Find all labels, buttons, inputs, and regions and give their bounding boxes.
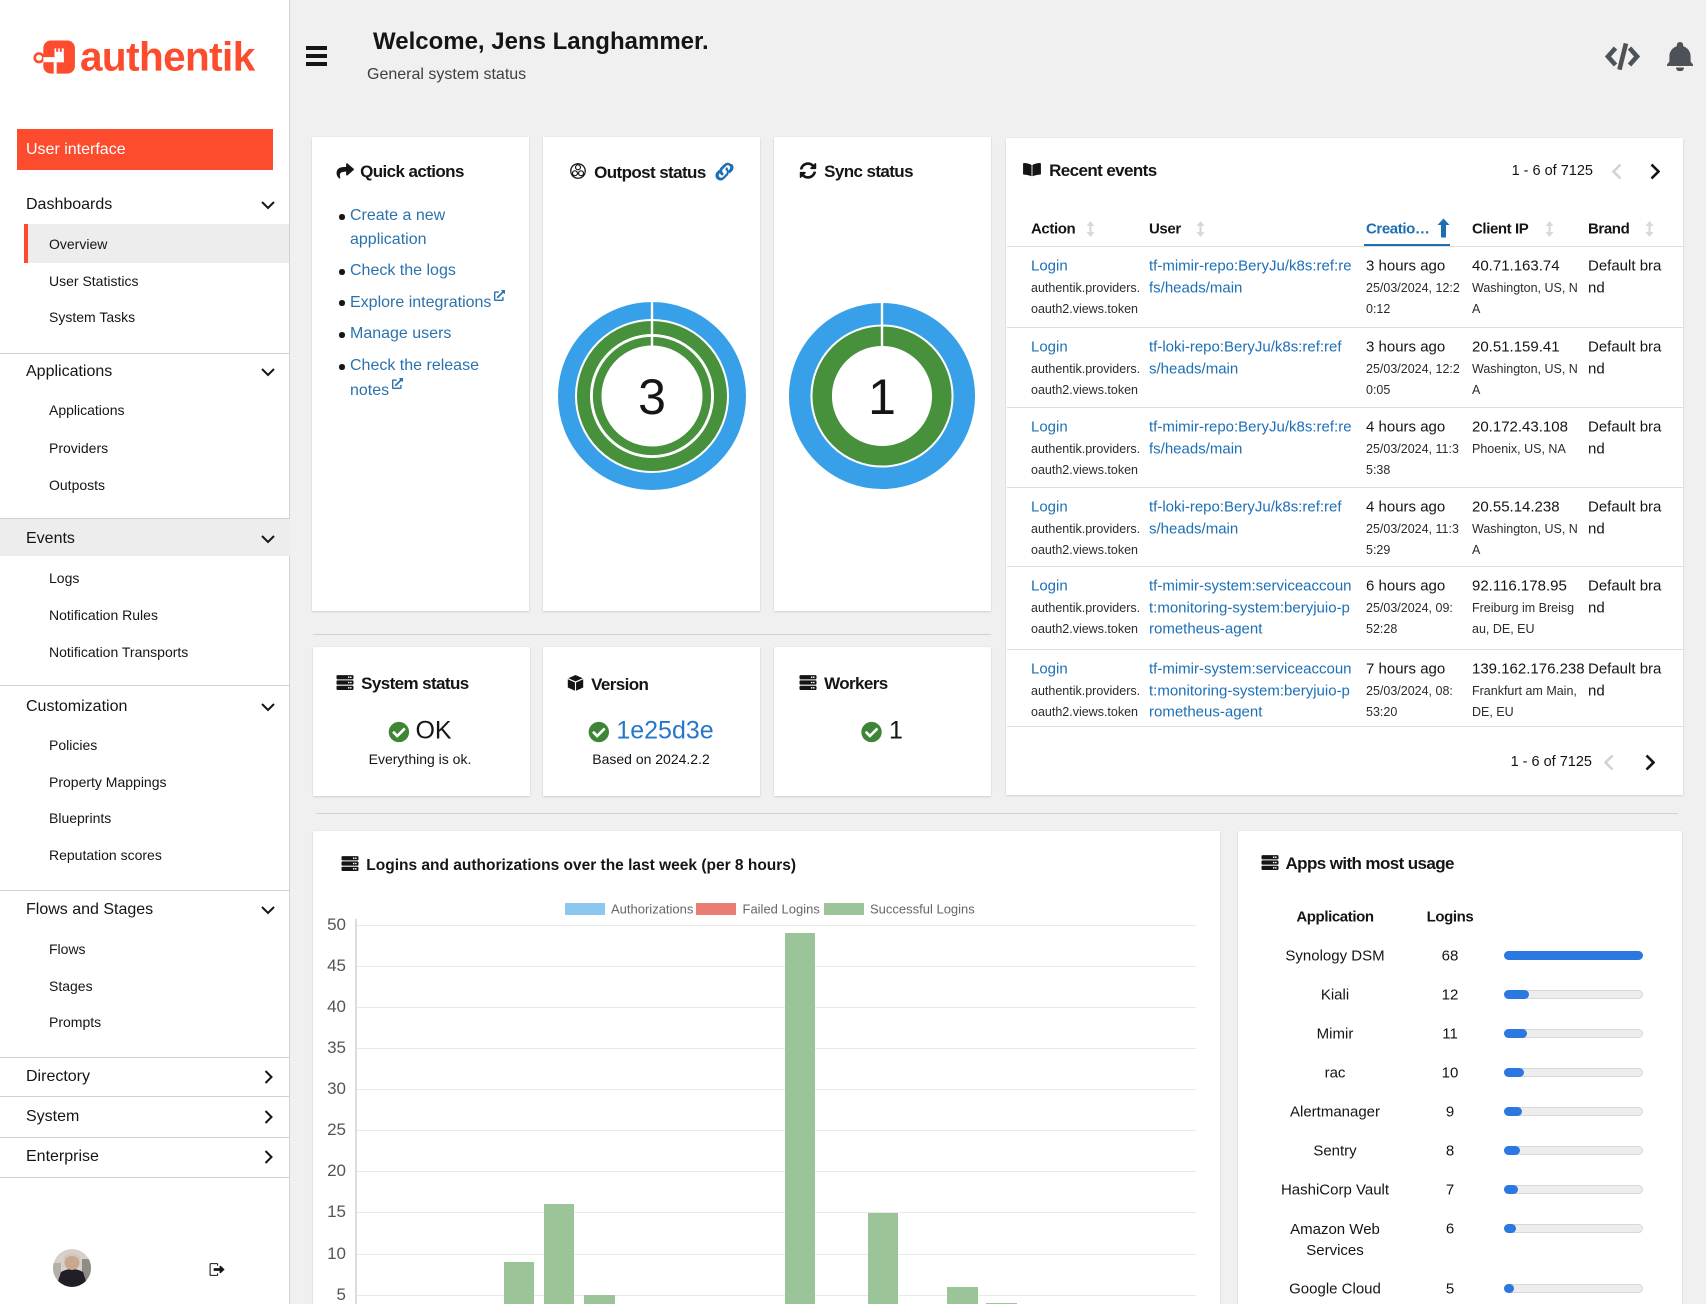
svg-text:1: 1 (868, 369, 896, 425)
svg-text:authentik: authentik (80, 34, 256, 80)
svg-text:3: 3 (638, 369, 666, 425)
